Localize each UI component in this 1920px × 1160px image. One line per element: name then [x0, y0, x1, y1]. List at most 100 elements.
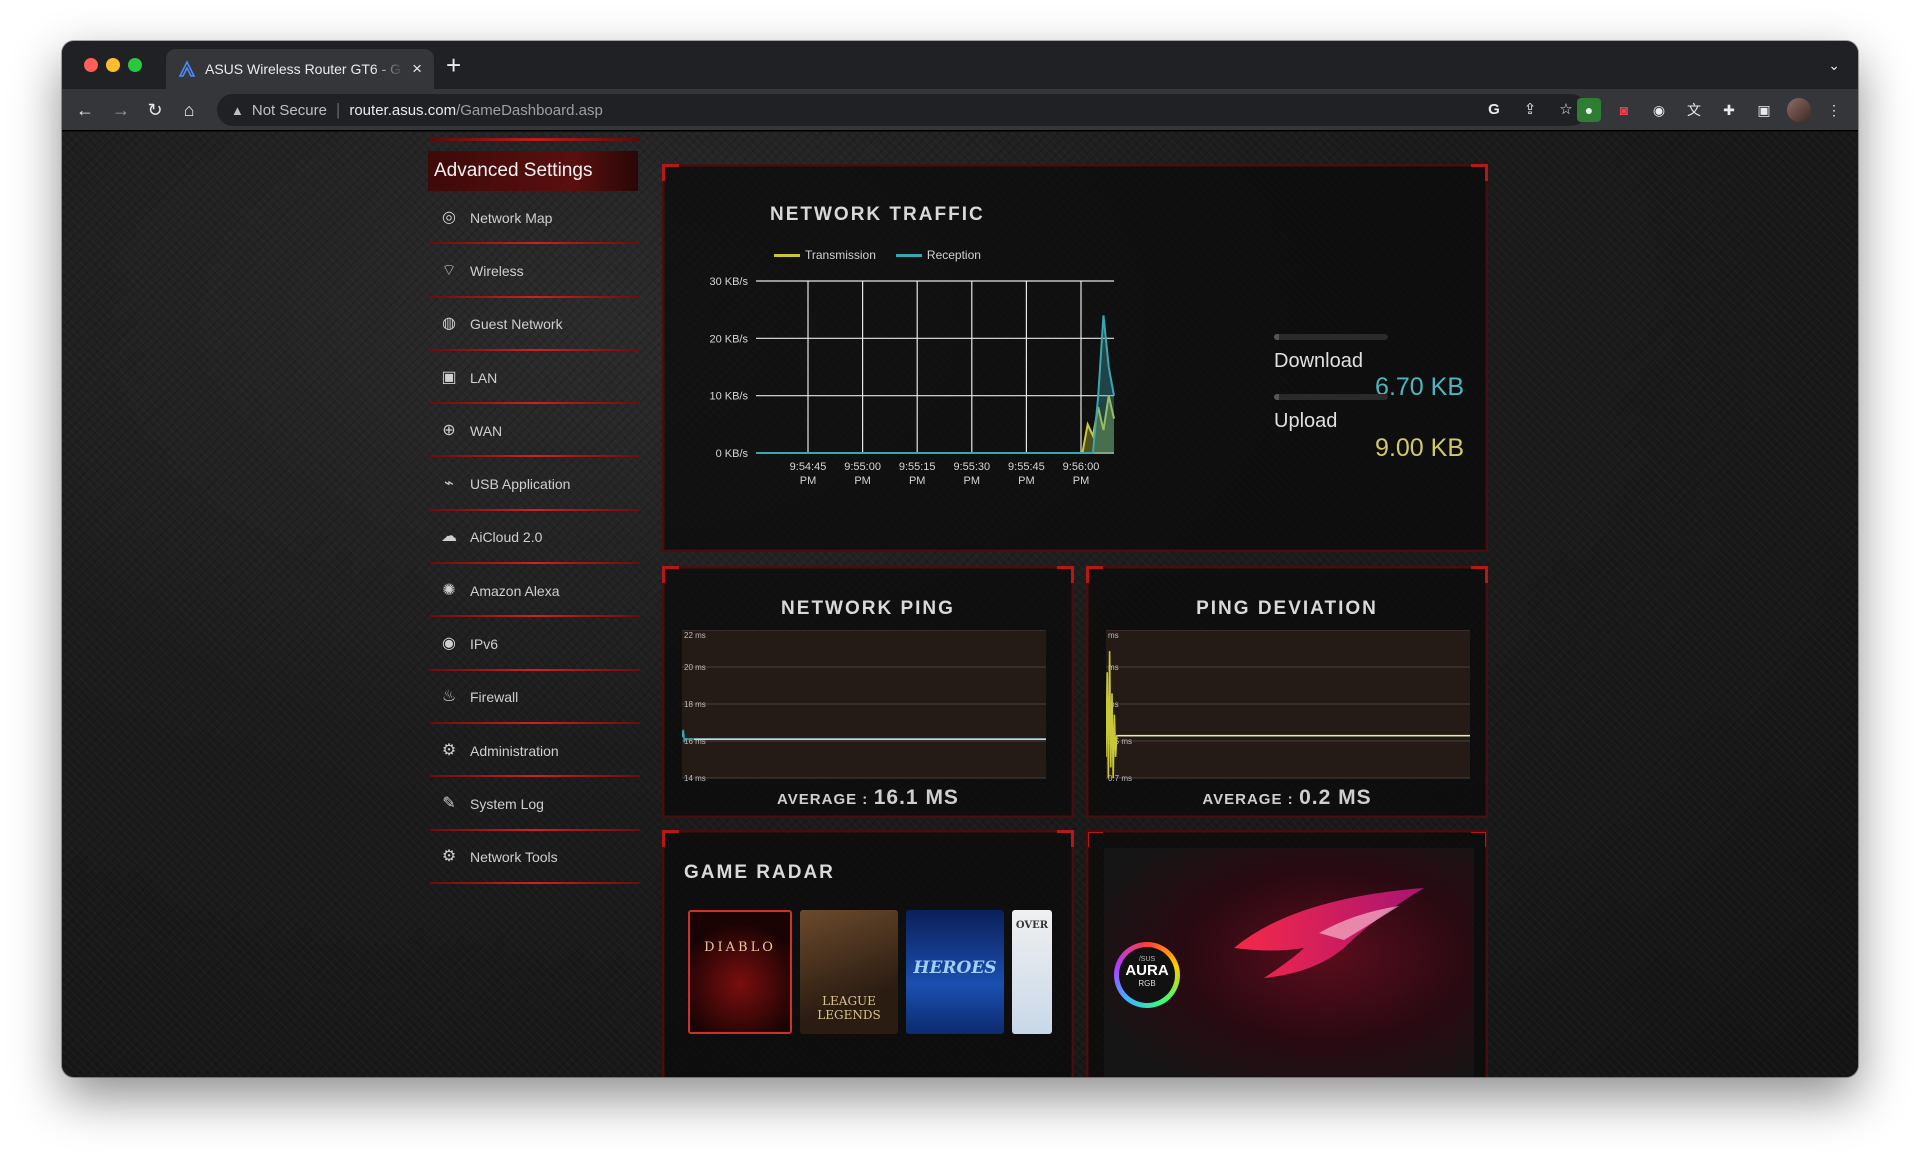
upload-value: 9.00 KB — [1375, 434, 1464, 462]
cloud-icon: ☁ — [441, 528, 457, 546]
ping-average-value: 16.1 MS — [873, 786, 959, 809]
aura-badge-inner: /SUS AURA RGB — [1119, 947, 1175, 1003]
game-tile-diablo[interactable]: DIABLO — [688, 910, 792, 1034]
sidebar-item-ipv6[interactable]: ◉ IPv6 — [426, 617, 646, 671]
game-tile-heroes[interactable]: HEROES — [906, 910, 1004, 1034]
reload-icon[interactable]: ↻ — [142, 97, 168, 123]
firewall-icon: ♨ — [441, 688, 457, 706]
lan-icon: ▣ — [441, 368, 457, 386]
tab-search-icon[interactable]: ⌄ — [1828, 57, 1840, 74]
y-tick-label: 22 ms — [684, 631, 706, 640]
forward-arrow-icon[interactable]: → — [108, 97, 134, 123]
sidebar-item-label: Amazon Alexa — [470, 582, 560, 599]
game-list: DIABLO LEAGUE LEGENDS HEROES OVER — [688, 910, 1052, 1034]
rog-banner[interactable]: /SUS AURA RGB — [1104, 848, 1474, 1077]
sidebar-item-network-map[interactable]: ◎ Network Map — [426, 191, 646, 245]
wan-icon: ⊕ — [442, 421, 456, 439]
aura-text: AURA — [1125, 962, 1169, 979]
url-path: /GameDashboard.asp — [456, 101, 603, 119]
game-title-heroes: HEROES — [913, 958, 997, 978]
sidebar-item-label: Firewall — [470, 689, 519, 706]
more-menu-icon[interactable]: ⋮ — [1822, 98, 1846, 122]
network-traffic-panel: NETWORK TRAFFIC Transmission Reception 0… — [662, 164, 1488, 552]
sidebar-item-wireless[interactable]: ⌔ Wireless — [426, 244, 646, 298]
sidebar-item-system-log[interactable]: ✎ System Log — [426, 777, 646, 831]
ping-deviation-title: PING DEVIATION — [1196, 598, 1378, 619]
x-tick-label: 9:55:30 — [953, 461, 990, 473]
google-icon[interactable]: G — [1483, 99, 1505, 121]
sidebar-item-aicloud-2-0[interactable]: ☁ AiCloud 2.0 — [426, 511, 646, 565]
extensions-puzzle-icon[interactable]: ✚ — [1717, 98, 1741, 122]
home-icon[interactable]: ⌂ — [176, 97, 202, 123]
download-bar-fill — [1274, 334, 1279, 340]
deviation-average-label: AVERAGE : — [1202, 791, 1294, 808]
minimize-window-button[interactable] — [106, 58, 120, 72]
sidebar-item-label: System Log — [470, 795, 544, 812]
address-bar[interactable]: ▲ Not Secure | router.asus.com/GameDashb… — [217, 94, 1587, 126]
asus-logo-icon — [178, 60, 196, 77]
download-label: Download — [1274, 350, 1363, 372]
deviation-average: AVERAGE : 0.2 MS — [1088, 786, 1486, 810]
sidebar-item-network-tools[interactable]: ⚙ Network Tools — [426, 831, 646, 885]
close-window-button[interactable] — [84, 58, 98, 72]
game-tile-overwatch[interactable]: OVER — [1012, 910, 1052, 1034]
back-arrow-icon[interactable]: ← — [72, 97, 98, 123]
vpn-extension-icon[interactable]: ◉ — [1647, 98, 1671, 122]
ping-deviation-panel: PING DEVIATION ms ms ms 0.5 ms 0.7 ms AVERAG… — [1086, 566, 1488, 818]
sidebar-item-amazon-alexa[interactable]: ✺ Amazon Alexa — [426, 564, 646, 618]
y-tick-label: 10 KB/s — [709, 391, 748, 403]
ipv6-icon: ◉ — [442, 635, 456, 653]
browser-toolbar: ← → ↻ ⌂ ▲ Not Secure | router.asus.com/G… — [62, 89, 1858, 131]
ping-average-label: AVERAGE : — [777, 791, 869, 808]
game-radar-panel: GAME RADAR DIABLO LEAGUE LEGENDS HEROES … — [662, 830, 1074, 1077]
maximize-window-button[interactable] — [128, 58, 142, 72]
x-tick-label: 9:56:00 — [1063, 461, 1100, 473]
download-bar — [1274, 334, 1388, 340]
bookmark-star-icon[interactable]: ☆ — [1555, 99, 1577, 121]
sidebar-item-wan[interactable]: ⊕ WAN — [426, 404, 646, 458]
translate-extension-icon[interactable]: 文 — [1682, 98, 1706, 122]
side-panel-icon[interactable]: ▣ — [1752, 98, 1776, 122]
game-tile-league-of-legends[interactable]: LEAGUE LEGENDS — [800, 910, 898, 1034]
legend-reception: Reception — [895, 248, 981, 262]
network-traffic-title: NETWORK TRAFFIC — [770, 204, 985, 225]
rog-eye-logo-icon — [1234, 888, 1424, 978]
y-tick-label: 14 ms — [684, 774, 706, 783]
x-tick-label: PM — [854, 475, 871, 487]
ping-average: AVERAGE : 16.1 MS — [664, 786, 1072, 810]
sidebar-item-label: Wireless — [470, 262, 524, 279]
x-tick-label: 9:55:45 — [1008, 461, 1045, 473]
tab-title: ASUS Wireless Router GT6 - G — [205, 61, 402, 77]
sidebar-item-administration[interactable]: ⚙ Administration — [426, 724, 646, 778]
administration-icon: ⚙ — [441, 741, 457, 759]
divider: | — [335, 100, 341, 119]
aura-rgb-badge[interactable]: /SUS AURA RGB — [1114, 942, 1180, 1008]
upload-bar — [1274, 394, 1388, 400]
y-tick-label: 18 ms — [684, 700, 706, 709]
sidebar-menu: ◎ Network Map ⌔ Wireless ◍ Guest Network ▣ LAN ⊕… — [426, 191, 646, 885]
share-icon[interactable]: ⇪ — [1519, 99, 1541, 121]
game-title-diablo: DIABLO — [704, 940, 776, 955]
security-status[interactable]: Not Secure — [252, 102, 327, 119]
series-area-reception — [756, 315, 1114, 453]
sidebar-item-label: Administration — [470, 742, 559, 759]
sidebar-item-usb-application[interactable]: ⌁ USB Application — [426, 457, 646, 512]
sidebar-item-firewall[interactable]: ♨ Firewall — [426, 671, 646, 725]
profile-avatar[interactable] — [1787, 98, 1811, 122]
close-tab-icon[interactable]: × — [412, 59, 422, 79]
new-tab-button[interactable]: + — [446, 50, 461, 81]
pocket-icon[interactable]: ◙ — [1612, 98, 1636, 122]
url-host: router.asus.com — [349, 101, 457, 119]
extension-green-icon[interactable]: ● — [1577, 98, 1601, 122]
browser-tab[interactable]: ASUS Wireless Router GT6 - G × — [166, 49, 434, 89]
sidebar-item-lan[interactable]: ▣ LAN — [426, 351, 646, 405]
traffic-legend: Transmission Reception — [774, 248, 981, 262]
series-line-reception — [756, 315, 1115, 454]
guest-network-icon: ◍ — [442, 315, 456, 333]
x-tick-label: 9:55:00 — [844, 461, 881, 473]
y-tick-label: 20 ms — [684, 663, 706, 672]
x-tick-label: PM — [800, 475, 817, 487]
sidebar-item-label: LAN — [470, 369, 498, 386]
game-radar-title: GAME RADAR — [684, 862, 835, 883]
sidebar-item-guest-network[interactable]: ◍ Guest Network — [426, 298, 646, 352]
